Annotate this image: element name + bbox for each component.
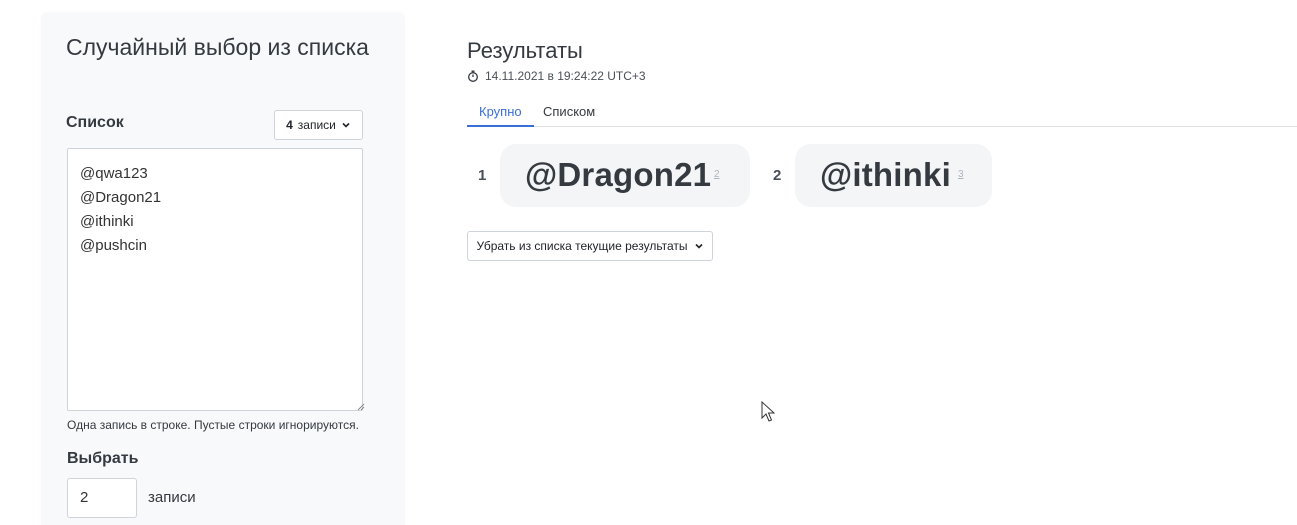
remove-results-button[interactable]: Убрать из списка текущие результаты (467, 231, 713, 261)
resize-grip-icon[interactable] (357, 403, 365, 411)
list-count-unit: записи (297, 118, 336, 132)
chevron-down-icon (342, 122, 350, 128)
timestamp-text: 14.11.2021 в 19:24:22 UTC+3 (485, 69, 646, 83)
list-count-number: 4 (286, 118, 293, 132)
page: Случайный выбор из списка Список 4 запис… (0, 0, 1297, 525)
results-title: Результаты (467, 38, 583, 63)
result-name: @ithinki (820, 156, 951, 193)
list-count-dropdown[interactable]: 4 записи (274, 110, 363, 140)
list-label: Список (66, 114, 124, 131)
list-hint: Одна запись в строке. Пустые строки игно… (67, 418, 359, 432)
result-name: @Dragon21 (525, 156, 712, 193)
result-rank: 1 (478, 167, 487, 184)
result-rank: 2 (773, 167, 782, 184)
results-timestamp: 14.11.2021 в 19:24:22 UTC+3 (467, 69, 646, 83)
result-index-link[interactable]: 2 (714, 169, 720, 180)
tab-large[interactable]: Крупно (467, 97, 534, 127)
choose-label: Выбрать (67, 450, 139, 467)
result-index-link[interactable]: 3 (958, 169, 964, 180)
chevron-down-icon (694, 243, 703, 249)
results-tabs: Крупно Списком (467, 97, 1297, 127)
settings-panel: Случайный выбор из списка Список 4 запис… (43, 13, 403, 525)
stopwatch-icon (468, 70, 478, 82)
mouse-cursor-icon (761, 401, 775, 422)
panel-title: Случайный выбор из списка (66, 34, 369, 60)
remove-results-label: Убрать из списка текущие результаты (476, 239, 688, 253)
list-textarea[interactable]: @qwa123 @Dragon21 @ithinki @pushcin (67, 148, 363, 411)
choose-unit-label: записи (148, 489, 196, 506)
choose-count-input[interactable]: 2 (67, 478, 137, 518)
tab-list[interactable]: Списком (531, 97, 607, 127)
